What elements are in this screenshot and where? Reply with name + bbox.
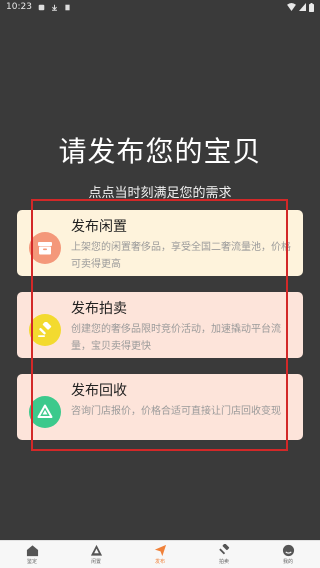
tab-idle-label: 闲置	[90, 559, 101, 565]
publish-idle-icon-circle	[29, 232, 61, 264]
wifi-icon	[287, 3, 296, 11]
publish-auction-description: 创建您的奢侈品限时竞价活动，加速撬动平台流量，宝贝卖得更快	[71, 324, 281, 352]
tab-appraisal-label: 鉴定	[26, 559, 37, 565]
publish-recycle-title: 发布回收	[71, 383, 127, 399]
status-bar: 10:23	[0, 0, 320, 14]
page-title: 请发布您的宝贝	[58, 135, 262, 168]
status-right	[287, 2, 314, 12]
battery-icon	[309, 2, 314, 12]
profile-icon	[282, 544, 294, 557]
publish-auction-card[interactable]: 发布拍卖 创建您的奢侈品限时竞价活动，加速撬动平台流量，宝贝卖得更快	[17, 292, 303, 358]
status-time: 10:23	[6, 2, 32, 12]
tab-publish-label: 发布	[154, 559, 165, 565]
send-icon	[154, 544, 166, 557]
box-icon	[38, 242, 52, 255]
hammer-icon	[218, 544, 229, 555]
tab-appraisal[interactable]: 鉴定	[0, 541, 64, 568]
publish-recycle-icon-circle	[29, 396, 61, 428]
tab-profile-label: 我的	[282, 559, 293, 565]
publish-recycle-card[interactable]: 发布回收 咨询门店报价，价格合适可直接让门店回收变现	[17, 374, 303, 440]
signal-icon	[299, 3, 306, 11]
home-icon	[26, 545, 38, 557]
publish-idle-card[interactable]: 发布闲置 上架您的闲置奢侈品，享受全国二奢流量池，价格可卖得更高	[17, 210, 303, 276]
bottom-tab-bar: 鉴定 闲置 发布 拍卖 我的	[0, 540, 320, 568]
tab-auction[interactable]: 拍卖	[192, 541, 256, 568]
publish-idle-description: 上架您的闲置奢侈品，享受全国二奢流量池，价格可卖得更高	[71, 242, 291, 270]
publish-auction-title: 发布拍卖	[71, 301, 127, 317]
status-left: 10:23	[6, 2, 71, 12]
page-subtitle: 点点当时刻满足您的需求	[88, 186, 232, 201]
download-icon	[51, 4, 57, 11]
recycle-icon	[37, 404, 53, 418]
publish-auction-icon-circle	[29, 314, 61, 346]
notification-icon	[38, 4, 45, 10]
hammer-icon	[38, 322, 52, 337]
tab-profile[interactable]: 我的	[256, 541, 320, 568]
triangle-icon	[90, 544, 102, 556]
tab-auction-label: 拍卖	[218, 559, 229, 565]
tab-idle[interactable]: 闲置	[64, 541, 128, 568]
tab-publish[interactable]: 发布	[128, 541, 192, 568]
publish-idle-title: 发布闲置	[71, 219, 127, 235]
publish-recycle-description: 咨询门店报价，价格合适可直接让门店回收变现	[71, 406, 281, 417]
doc-icon	[65, 4, 70, 10]
